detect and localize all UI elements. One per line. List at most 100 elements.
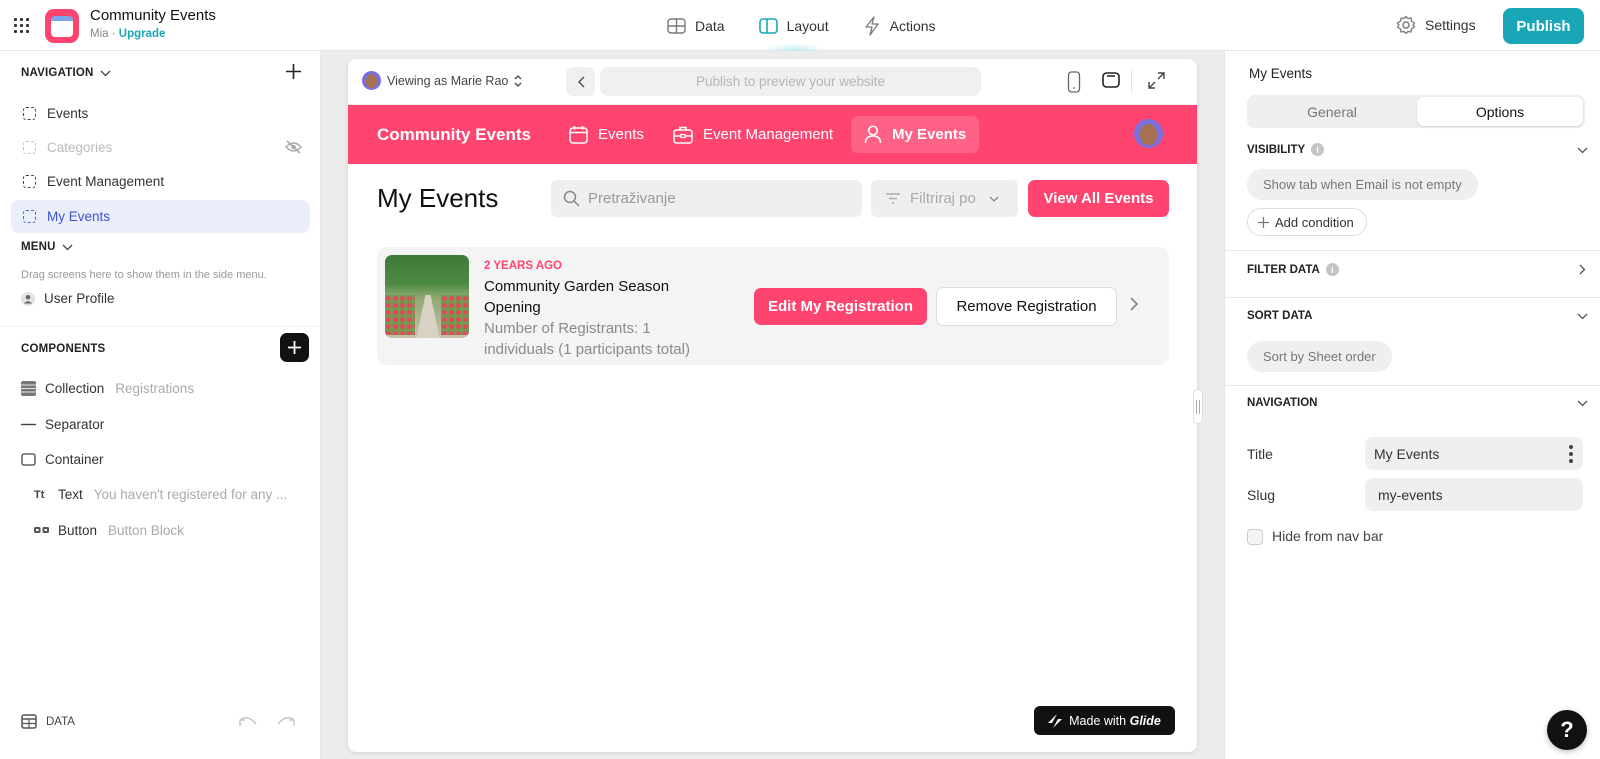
- sidebar-item-event-management[interactable]: Event Management: [11, 165, 310, 198]
- component-text[interactable]: Tt Text You haven't registered for any .…: [34, 487, 287, 502]
- section-divider: [1225, 250, 1600, 251]
- component-collection[interactable]: Collection Registrations: [21, 381, 194, 396]
- menu-item-label: User Profile: [44, 291, 115, 306]
- settings-button[interactable]: Settings: [1396, 15, 1476, 35]
- component-button[interactable]: Button Button Block: [34, 523, 184, 538]
- visibility-condition[interactable]: Show tab when Email is not empty: [1247, 169, 1478, 200]
- menu-item-user-profile[interactable]: User Profile: [21, 291, 115, 306]
- title-field[interactable]: My Events: [1365, 437, 1583, 470]
- app-tab-label: My Events: [892, 126, 967, 143]
- more-options-icon[interactable]: [1569, 445, 1573, 463]
- filter-data-section-header[interactable]: FILTER DATA i: [1247, 263, 1339, 276]
- text-icon: Tt: [34, 488, 45, 501]
- sort-option[interactable]: Sort by Sheet order: [1247, 341, 1392, 372]
- url-bar[interactable]: Publish to preview your website: [600, 67, 981, 96]
- component-label: Button: [58, 523, 98, 538]
- top-bar: Community Events Mia · Upgrade Data Layo…: [0, 0, 1600, 51]
- registration-card[interactable]: 2 YEARS AGO Community Garden Season Open…: [377, 247, 1169, 365]
- viewing-as-label: Viewing as Marie Rao: [387, 73, 509, 88]
- sidebar-item-categories[interactable]: Categories: [11, 131, 310, 164]
- event-time-ago: 2 YEARS AGO: [484, 260, 562, 272]
- upgrade-link[interactable]: Upgrade: [119, 28, 166, 40]
- component-sublabel: Registrations: [115, 381, 195, 396]
- tab-data[interactable]: Data: [650, 0, 742, 51]
- sidebar-item-events[interactable]: Events: [11, 97, 310, 130]
- menu-section-header[interactable]: MENU: [21, 241, 73, 253]
- button-icon: [34, 527, 49, 533]
- tab-layout-label: Layout: [786, 17, 829, 34]
- add-component-button[interactable]: [280, 333, 309, 362]
- tab-actions[interactable]: Actions: [846, 0, 953, 51]
- tab-general[interactable]: General: [1249, 97, 1415, 126]
- tab-options[interactable]: Options: [1417, 97, 1583, 126]
- viewing-as-selector[interactable]: Viewing as Marie Rao: [362, 71, 522, 90]
- component-separator[interactable]: Separator: [21, 417, 104, 432]
- visibility-section-header[interactable]: VISIBILITY i: [1247, 143, 1325, 156]
- chevron-down-icon[interactable]: [1577, 147, 1588, 154]
- redo-icon[interactable]: [276, 716, 296, 728]
- data-button[interactable]: DATA: [21, 714, 75, 729]
- view-all-events-button[interactable]: View All Events: [1028, 180, 1169, 217]
- edit-registration-button[interactable]: Edit My Registration: [754, 288, 927, 325]
- screen-icon: [23, 210, 36, 223]
- back-button[interactable]: [566, 67, 595, 96]
- chevron-down-icon: [62, 244, 73, 250]
- search-input[interactable]: Pretraživanje: [551, 180, 862, 217]
- tab-actions-label: Actions: [889, 17, 936, 34]
- made-with-glide-badge[interactable]: Made with Glide: [1034, 706, 1175, 735]
- undo-icon[interactable]: [238, 716, 258, 728]
- lightning-icon: [864, 15, 879, 36]
- settings-label: Settings: [1425, 17, 1476, 33]
- chevron-down-icon: [100, 70, 110, 76]
- title-label: Title: [1247, 446, 1273, 462]
- app-preview: Viewing as Marie Rao Publish to preview …: [348, 59, 1197, 752]
- separator-dot: ·: [111, 28, 116, 40]
- component-container[interactable]: Container: [21, 452, 104, 467]
- chevron-down-icon[interactable]: [1577, 313, 1588, 320]
- remove-registration-button[interactable]: Remove Registration: [936, 287, 1117, 326]
- info-icon[interactable]: i: [1325, 263, 1339, 276]
- event-image: [385, 255, 469, 338]
- app-tab-events[interactable]: Events: [556, 116, 657, 153]
- tab-layout[interactable]: Layout: [742, 0, 846, 51]
- expand-icon[interactable]: [1148, 72, 1165, 89]
- navigation-section-header[interactable]: NAVIGATION: [21, 67, 111, 79]
- navigation-section-header[interactable]: NAVIGATION: [1247, 397, 1318, 409]
- help-button[interactable]: ?: [1547, 710, 1587, 750]
- sort-data-section-header[interactable]: SORT DATA: [1247, 310, 1312, 322]
- publish-button[interactable]: Publish: [1503, 8, 1584, 44]
- glide-brand: Glide: [1129, 713, 1161, 728]
- sidebar-item-my-events[interactable]: My Events: [11, 200, 310, 233]
- desktop-view-icon[interactable]: [1102, 72, 1120, 88]
- hide-from-nav-checkbox[interactable]: [1247, 529, 1263, 545]
- chevron-right-icon[interactable]: [1129, 297, 1138, 311]
- section-divider: [1225, 385, 1600, 386]
- app-tab-event-management[interactable]: Event Management: [660, 116, 846, 153]
- plus-icon: [288, 341, 301, 354]
- filter-data-heading: FILTER DATA: [1247, 263, 1320, 276]
- mobile-view-icon[interactable]: [1067, 71, 1081, 93]
- screen-icon: [23, 107, 36, 120]
- info-icon[interactable]: i: [1311, 143, 1325, 156]
- right-panel: My Events General Options VISIBILITY i S…: [1224, 51, 1600, 759]
- filter-dropdown[interactable]: Filtriraj po: [871, 180, 1018, 217]
- gear-icon: [1396, 15, 1416, 35]
- chevron-down-icon[interactable]: [1577, 400, 1588, 407]
- chevron-right-icon[interactable]: [1579, 264, 1586, 275]
- eye-off-icon[interactable]: [285, 140, 302, 154]
- add-screen-icon[interactable]: [285, 63, 302, 80]
- menu-heading: MENU: [21, 241, 56, 253]
- app-grid-icon[interactable]: [14, 18, 30, 34]
- add-condition-label: Add condition: [1275, 214, 1354, 230]
- add-condition-button[interactable]: Add condition: [1247, 208, 1367, 236]
- app-brand[interactable]: Community Events: [377, 125, 531, 145]
- app-tab-label: Event Management: [703, 126, 834, 143]
- editor-tabs: Data Layout Actions: [650, 0, 953, 51]
- slug-field[interactable]: my-events: [1365, 478, 1583, 511]
- resize-handle[interactable]: [1193, 389, 1203, 424]
- user-avatar[interactable]: [1134, 119, 1163, 148]
- table-icon: [667, 17, 686, 34]
- nav-item-label: Event Management: [47, 174, 165, 189]
- app-tab-my-events[interactable]: My Events: [851, 116, 980, 153]
- calendar-icon: [569, 126, 588, 144]
